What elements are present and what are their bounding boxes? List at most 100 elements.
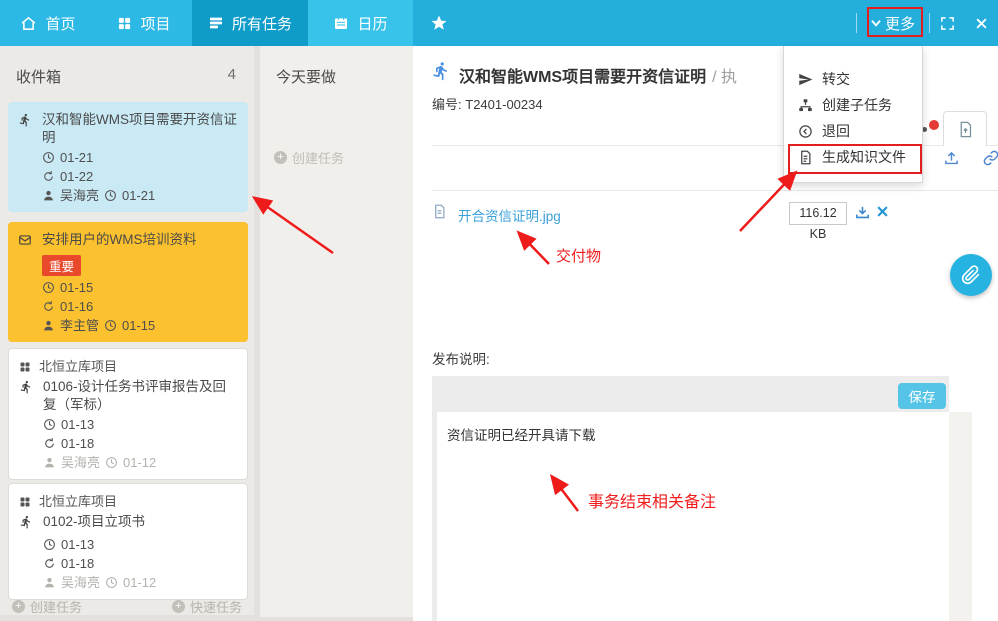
delete-attachment-button[interactable]	[876, 205, 889, 223]
notes-editor[interactable]: 资信证明已经开具请下载	[437, 412, 949, 621]
create-task-button[interactable]: +创建任务	[12, 597, 82, 616]
card-owner-date: 01-21	[122, 187, 155, 204]
menu-item-create-subtask[interactable]: 创建子任务	[784, 92, 922, 118]
task-card[interactable]: 汉和智能WMS项目需要开资信证明 01-21 01-22 吴海亮 01-21	[8, 102, 248, 212]
card-owner-date: 01-12	[123, 454, 156, 471]
menu-item-transfer[interactable]: 转交	[784, 66, 922, 92]
running-task-icon	[18, 111, 42, 132]
list-icon	[208, 15, 224, 31]
quick-task-label: 快速任务	[190, 597, 242, 616]
task-code: 编号: T2401-00234	[432, 94, 543, 113]
clock-icon	[43, 538, 56, 551]
nav-tab-calendar[interactable]: 日历	[308, 0, 413, 46]
clock-icon	[42, 281, 55, 294]
card-project: 北恒立库项目	[39, 493, 117, 511]
nav-tab-home[interactable]: 首页	[0, 0, 96, 46]
person-icon	[43, 456, 56, 469]
upload-button[interactable]	[943, 150, 960, 167]
task-card[interactable]: 安排用户的WMS培训资料 重要 01-15 01-16 李主管 01-15	[8, 222, 248, 342]
plus-icon: +	[12, 600, 25, 613]
inbox-footer: +创建任务 +快速任务	[0, 597, 254, 616]
return-icon	[798, 124, 813, 139]
nav-home-label: 首页	[45, 13, 75, 34]
card-project: 北恒立库项目	[39, 358, 117, 376]
remind-icon	[43, 557, 56, 570]
clock-icon	[104, 189, 117, 202]
file-upload-icon	[957, 121, 974, 138]
card-owner: 李主管	[60, 317, 99, 334]
more-button[interactable]: 更多	[857, 13, 929, 34]
task-title-text: 汉和智能WMS项目需要开资信证明	[459, 69, 706, 86]
task-card[interactable]: 北恒立库项目 0102-项目立项书 01-13 01-18 吴海亮 01-12	[8, 483, 248, 600]
plus-icon: +	[274, 151, 287, 164]
card-owner: 吴海亮	[61, 454, 100, 471]
menu-item-return[interactable]: 退回	[784, 118, 922, 144]
notes-text: 资信证明已经开具请下载	[447, 428, 596, 443]
tab-deliverables[interactable]	[943, 111, 987, 146]
card-remind-date: 01-22	[60, 168, 93, 185]
running-task-icon	[19, 513, 43, 534]
quick-task-button[interactable]: +快速任务	[172, 597, 242, 616]
nav-tab-projects[interactable]: 项目	[96, 0, 192, 46]
scroll-gutter	[949, 412, 972, 621]
calendar-icon	[333, 15, 349, 31]
document-icon	[432, 204, 447, 224]
close-panel-button[interactable]	[964, 17, 998, 30]
nav-projects-label: 项目	[140, 13, 170, 34]
fullscreen-button[interactable]	[930, 16, 964, 31]
today-title: 今天要做	[276, 66, 336, 87]
chevron-down-icon	[869, 16, 883, 30]
remind-icon	[42, 170, 55, 183]
task-type-icon	[431, 61, 451, 86]
important-badge: 重要	[42, 255, 81, 276]
task-card[interactable]: 北恒立库项目 0106-设计任务书评审报告及回复（军标） 01-13 01-18…	[8, 348, 248, 480]
app-window: 首页 项目 所有任务 日历 更多	[0, 0, 998, 621]
download-button[interactable]	[854, 204, 871, 226]
nav-tab-all-tasks[interactable]: 所有任务	[192, 0, 308, 46]
attachment-fab[interactable]	[950, 254, 992, 296]
task-status-suffix: / 执	[712, 69, 737, 86]
person-icon	[42, 319, 55, 332]
home-icon	[20, 15, 37, 32]
inbox-title: 收件箱	[16, 66, 61, 87]
today-column: 今天要做 + 创建任务	[260, 46, 413, 617]
person-icon	[43, 576, 56, 589]
nav-tab-favorites[interactable]	[413, 0, 465, 46]
attachment-size: 116.12 KB	[789, 202, 847, 225]
nav-all-tasks-label: 所有任务	[232, 13, 292, 34]
running-task-icon	[19, 378, 43, 399]
card-due-date: 01-13	[61, 536, 94, 553]
send-icon	[798, 72, 813, 87]
nav-right-group: 更多	[856, 0, 998, 46]
divider	[432, 190, 998, 191]
publish-notes-box: 保存 资信证明已经开具请下载	[432, 376, 949, 621]
clock-icon	[105, 456, 118, 469]
clock-icon	[105, 576, 118, 589]
create-task-button[interactable]: + 创建任务	[274, 148, 344, 167]
download-icon	[854, 204, 871, 221]
save-button[interactable]: 保存	[898, 383, 946, 409]
fullscreen-icon	[940, 16, 955, 31]
menu-item-label: 创建子任务	[822, 95, 892, 115]
paperclip-icon	[961, 265, 981, 285]
card-owner-date: 01-15	[122, 317, 155, 334]
menu-item-label: 退回	[822, 121, 850, 141]
grid-icon	[117, 16, 132, 31]
clock-icon	[104, 319, 117, 332]
mail-icon	[18, 231, 42, 252]
task-code-value: T2401-00234	[465, 97, 542, 112]
card-owner-date: 01-12	[123, 574, 156, 591]
attachment-row: 开合资信证明.jpg 116.12 KB	[432, 202, 998, 226]
card-title: 安排用户的WMS培训资料	[42, 231, 238, 249]
sitemap-icon	[798, 98, 813, 113]
clock-icon	[42, 151, 55, 164]
project-icon	[19, 361, 31, 373]
project-icon	[19, 496, 31, 508]
create-task-label: 创建任务	[292, 148, 344, 167]
x-icon	[876, 205, 889, 218]
attachment-link[interactable]: 开合资信证明.jpg	[458, 205, 561, 225]
menu-item-generate-knowledge-file[interactable]: 生成知识文件	[784, 144, 922, 170]
card-remind-date: 01-16	[60, 298, 93, 315]
link-button[interactable]	[983, 150, 998, 167]
publish-notes-label: 发布说明:	[432, 348, 490, 368]
